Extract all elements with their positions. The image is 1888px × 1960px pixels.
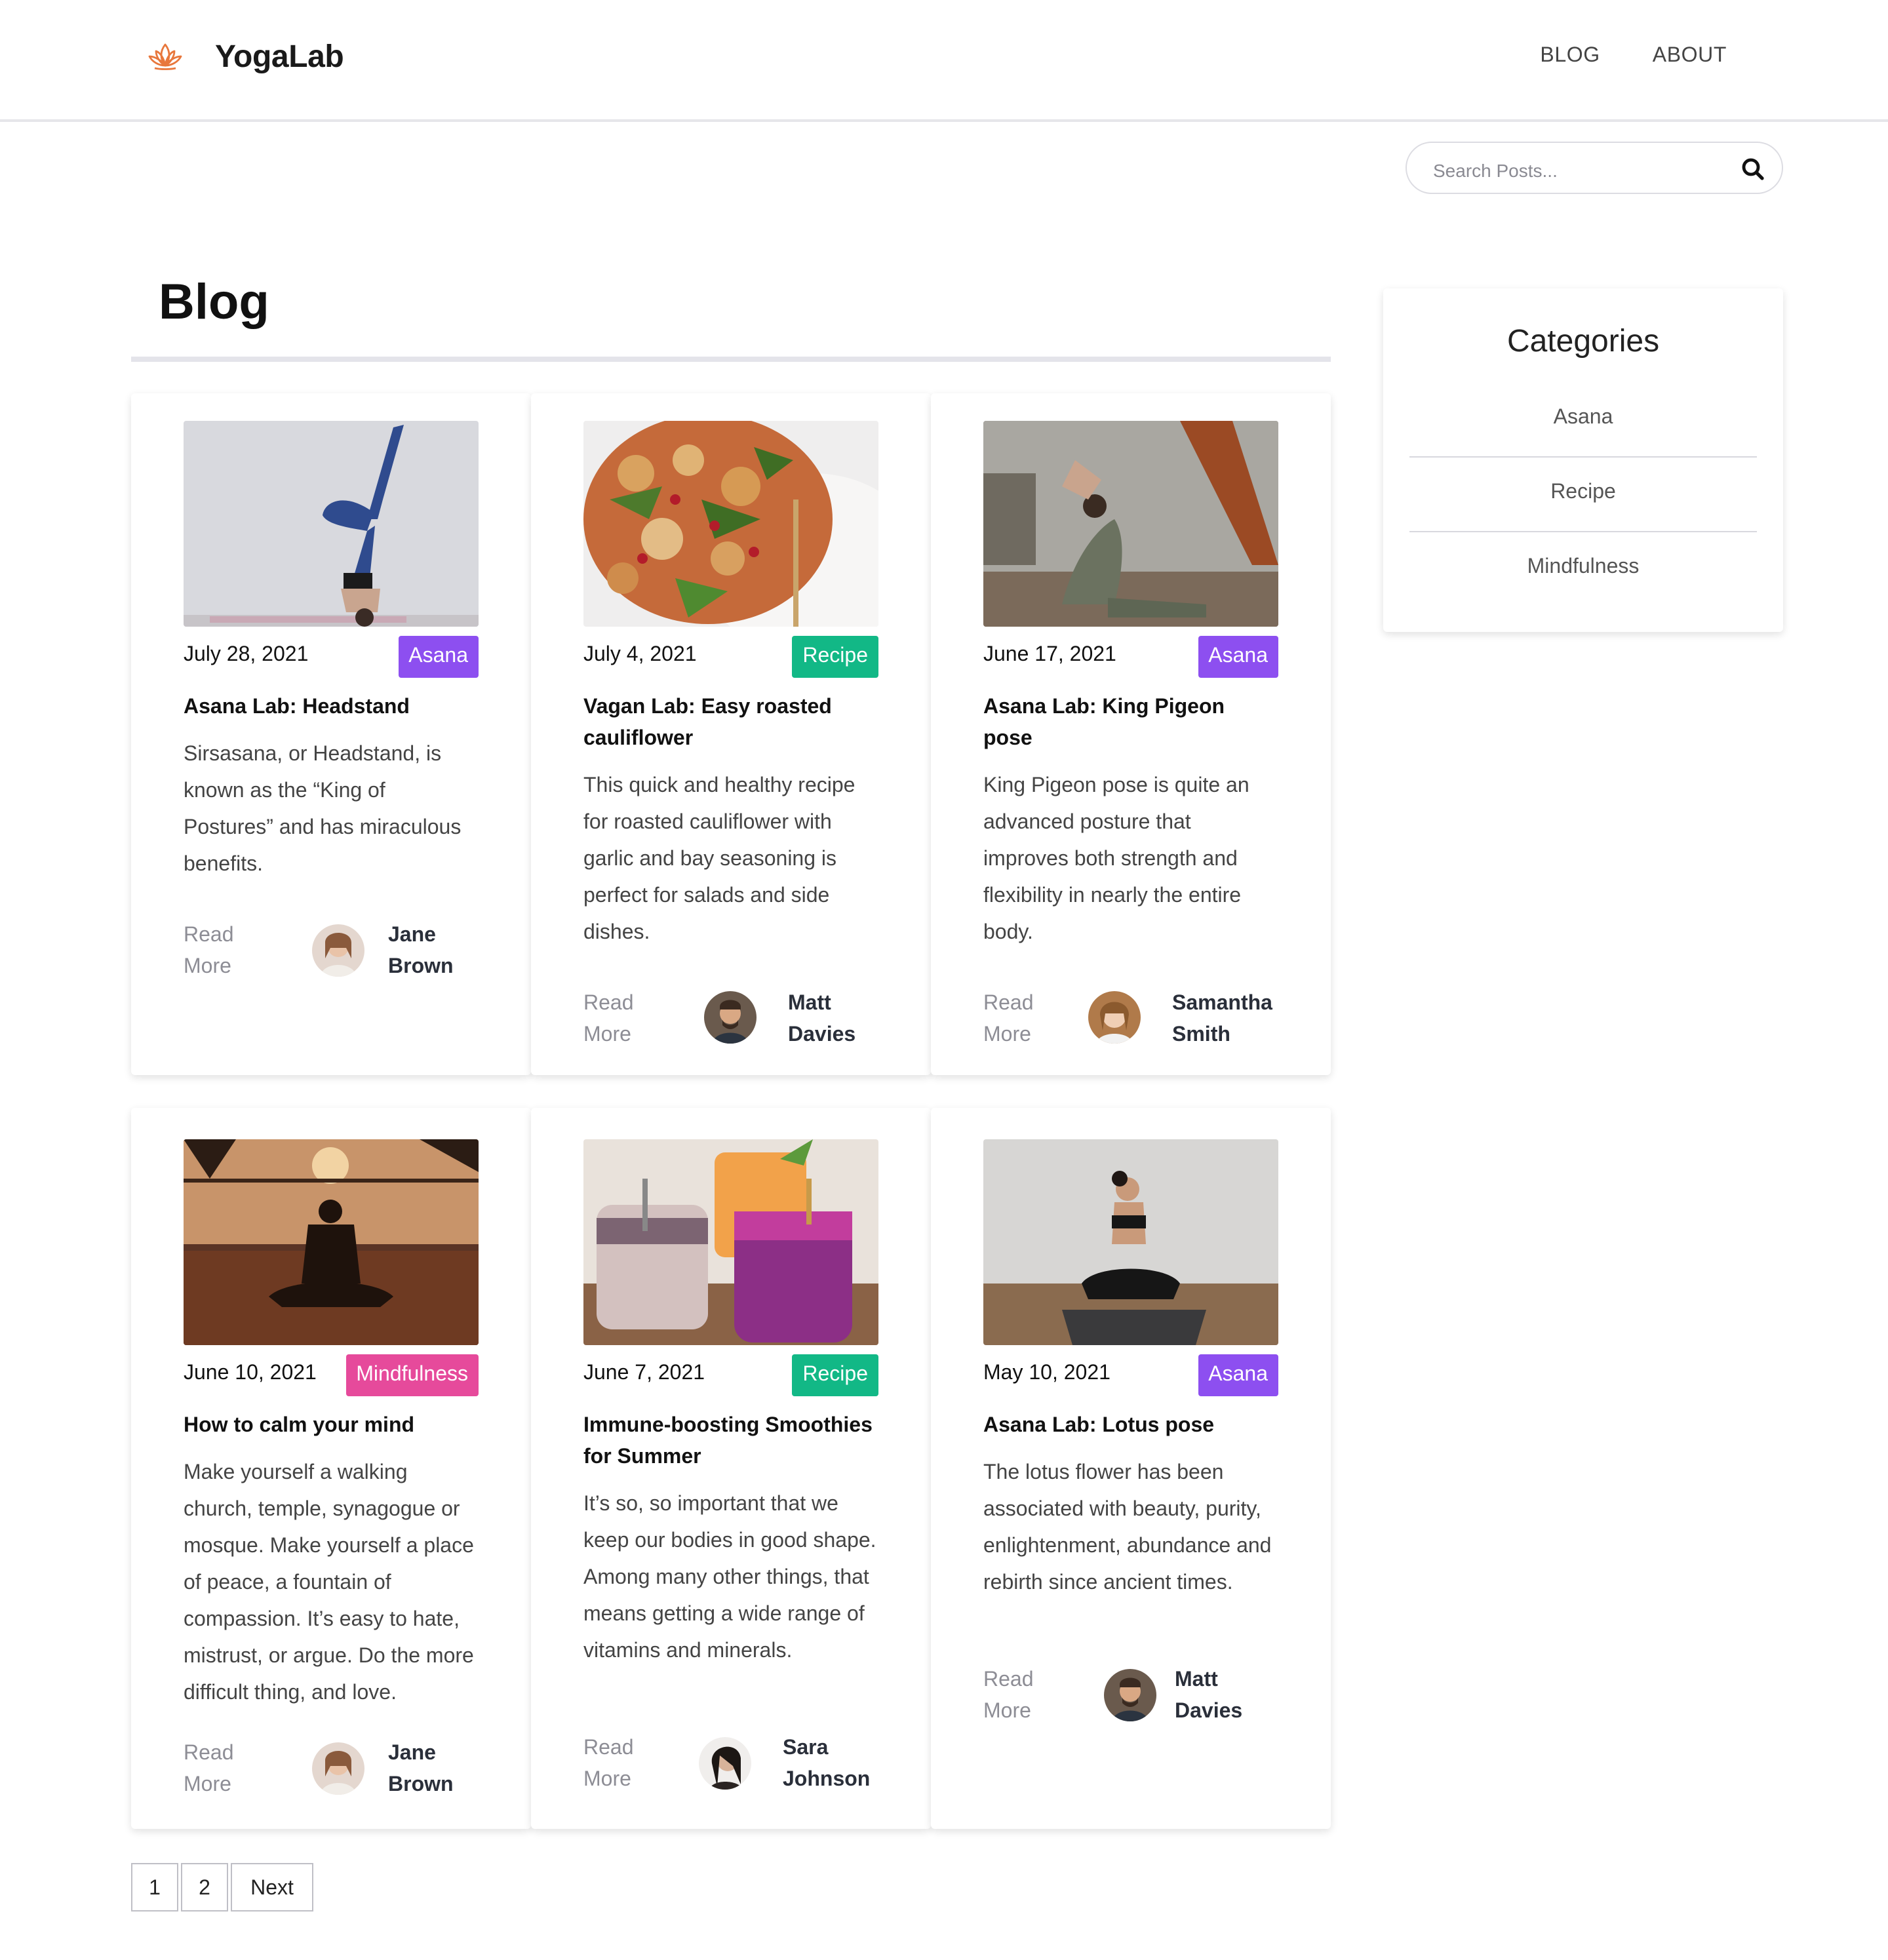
post-meta: May 10, 2021 Asana: [983, 1354, 1278, 1396]
page-title: Blog: [159, 275, 269, 330]
category-link-mindfulness[interactable]: Mindfulness: [1409, 530, 1757, 604]
author-last-name: Brown: [388, 956, 454, 978]
author-name[interactable]: Jane Brown: [388, 1738, 506, 1801]
main-nav: BLOG ABOUT: [1540, 45, 1727, 68]
post-image-headstand[interactable]: [184, 421, 479, 627]
author-avatar: [1104, 1669, 1156, 1721]
category-badge[interactable]: Asana: [1198, 636, 1278, 678]
read-more-link[interactable]: Read More: [184, 1738, 262, 1801]
post-excerpt: King Pigeon pose is quite an advanced po…: [983, 775, 1249, 944]
post-title[interactable]: Asana Lab: King Pigeon pose: [983, 692, 1278, 755]
read-more-link[interactable]: Read More: [583, 1733, 662, 1796]
category-badge[interactable]: Recipe: [792, 1354, 878, 1396]
post-title[interactable]: Vagan Lab: Easy roasted cauliflower: [583, 692, 878, 755]
post-card[interactable]: June 7, 2021 Recipe Immune-boosting Smoo…: [531, 1108, 931, 1829]
pagination: 1 2 Next: [131, 1863, 316, 1911]
title-divider: [131, 357, 1331, 362]
post-date: July 28, 2021: [184, 644, 309, 666]
author-first-name: Matt: [1175, 1669, 1218, 1691]
brand-name: YogaLab: [215, 39, 344, 75]
search-icon[interactable]: [1740, 156, 1766, 182]
category-badge[interactable]: Asana: [1198, 1354, 1278, 1396]
post-title[interactable]: Asana Lab: Headstand: [184, 692, 479, 724]
post-image-meditation[interactable]: [184, 1139, 479, 1345]
post-title[interactable]: Immune-boosting Smoothies for Summer: [583, 1411, 878, 1474]
author-name[interactable]: Matt Davies: [1175, 1665, 1293, 1728]
post-date: June 7, 2021: [583, 1362, 705, 1384]
author-first-name: Sara: [783, 1737, 829, 1759]
nav-link-blog[interactable]: BLOG: [1540, 45, 1600, 68]
author-last-name: Davies: [788, 1024, 856, 1046]
author-name[interactable]: Matt Davies: [788, 989, 906, 1051]
category-badge[interactable]: Asana: [398, 636, 479, 678]
author-avatar: [704, 991, 757, 1044]
post-card[interactable]: May 10, 2021 Asana Asana Lab: Lotus pose…: [931, 1108, 1331, 1829]
search-input[interactable]: [1430, 155, 1724, 186]
post-meta: July 4, 2021 Recipe: [583, 636, 878, 678]
author-last-name: Johnson: [783, 1769, 871, 1791]
author-avatar: [312, 1742, 364, 1795]
post-meta: June 7, 2021 Recipe: [583, 1354, 878, 1396]
author-first-name: Jane: [388, 1742, 436, 1765]
read-more-link[interactable]: Read More: [583, 989, 662, 1051]
post-date: June 17, 2021: [983, 644, 1116, 666]
post-date: May 10, 2021: [983, 1362, 1111, 1384]
brand[interactable]: YogaLab: [144, 37, 344, 79]
author-last-name: Davies: [1175, 1700, 1243, 1723]
post-meta: June 17, 2021 Asana: [983, 636, 1278, 678]
post-image-lotus-pose[interactable]: [983, 1139, 1278, 1345]
category-link-recipe[interactable]: Recipe: [1409, 455, 1757, 530]
post-card[interactable]: June 17, 2021 Asana Asana Lab: King Pige…: [931, 393, 1331, 1075]
author-avatar: [1088, 991, 1141, 1044]
lotus-icon: [148, 43, 182, 70]
author-first-name: Matt: [788, 992, 831, 1015]
post-excerpt: Sirsasana, or Headstand, is known as the…: [184, 743, 462, 876]
categories-sidebar: Categories Asana Recipe Mindfulness: [1383, 288, 1783, 632]
category-link-asana[interactable]: Asana: [1409, 380, 1757, 455]
post-excerpt: It’s so, so important that we keep our b…: [583, 1493, 876, 1662]
navbar: YogaLab BLOG ABOUT: [0, 0, 1888, 122]
post-card[interactable]: July 4, 2021 Recipe Vagan Lab: Easy roas…: [531, 393, 931, 1075]
author-last-name: Brown: [388, 1774, 454, 1796]
search-box: [1406, 142, 1783, 194]
author-avatar: [312, 924, 364, 977]
next-page-button[interactable]: Next: [231, 1863, 313, 1911]
author-first-name: Jane: [388, 924, 436, 947]
author-first-name: Samantha: [1172, 992, 1272, 1015]
author-name[interactable]: Samantha Smith: [1172, 989, 1290, 1051]
page-1-button[interactable]: 1: [131, 1863, 178, 1911]
read-more-link[interactable]: Read More: [983, 989, 1062, 1051]
post-date: June 10, 2021: [184, 1362, 317, 1384]
post-date: July 4, 2021: [583, 644, 697, 666]
author-name[interactable]: Sara Johnson: [783, 1733, 901, 1796]
post-meta: July 28, 2021 Asana: [184, 636, 479, 678]
read-more-link[interactable]: Read More: [983, 1665, 1062, 1728]
post-image-smoothies[interactable]: [583, 1139, 878, 1345]
nav-link-about[interactable]: ABOUT: [1653, 45, 1727, 68]
post-title[interactable]: How to calm your mind: [184, 1411, 479, 1442]
page: YogaLab BLOG ABOUT Blog: [0, 0, 1888, 1960]
post-excerpt: This quick and healthy recipe for roaste…: [583, 775, 856, 944]
category-badge[interactable]: Recipe: [792, 636, 878, 678]
author-last-name: Smith: [1172, 1024, 1230, 1046]
post-image-cauliflower[interactable]: [583, 421, 878, 627]
post-excerpt: Make yourself a walking church, temple, …: [184, 1462, 474, 1704]
post-title[interactable]: Asana Lab: Lotus pose: [983, 1411, 1278, 1442]
read-more-link[interactable]: Read More: [184, 920, 262, 983]
author-avatar: [699, 1737, 751, 1790]
post-meta: June 10, 2021 Mindfulness: [184, 1354, 479, 1396]
sidebar-title: Categories: [1506, 324, 1660, 359]
post-card[interactable]: July 28, 2021 Asana Asana Lab: Headstand…: [131, 393, 531, 1075]
category-badge[interactable]: Mindfulness: [345, 1354, 479, 1396]
post-excerpt: The lotus flower has been associated wit…: [983, 1462, 1272, 1594]
post-image-king-pigeon[interactable]: [983, 421, 1278, 627]
post-card[interactable]: June 10, 2021 Mindfulness How to calm yo…: [131, 1108, 531, 1829]
author-name[interactable]: Jane Brown: [388, 920, 506, 983]
page-2-button[interactable]: 2: [181, 1863, 228, 1911]
